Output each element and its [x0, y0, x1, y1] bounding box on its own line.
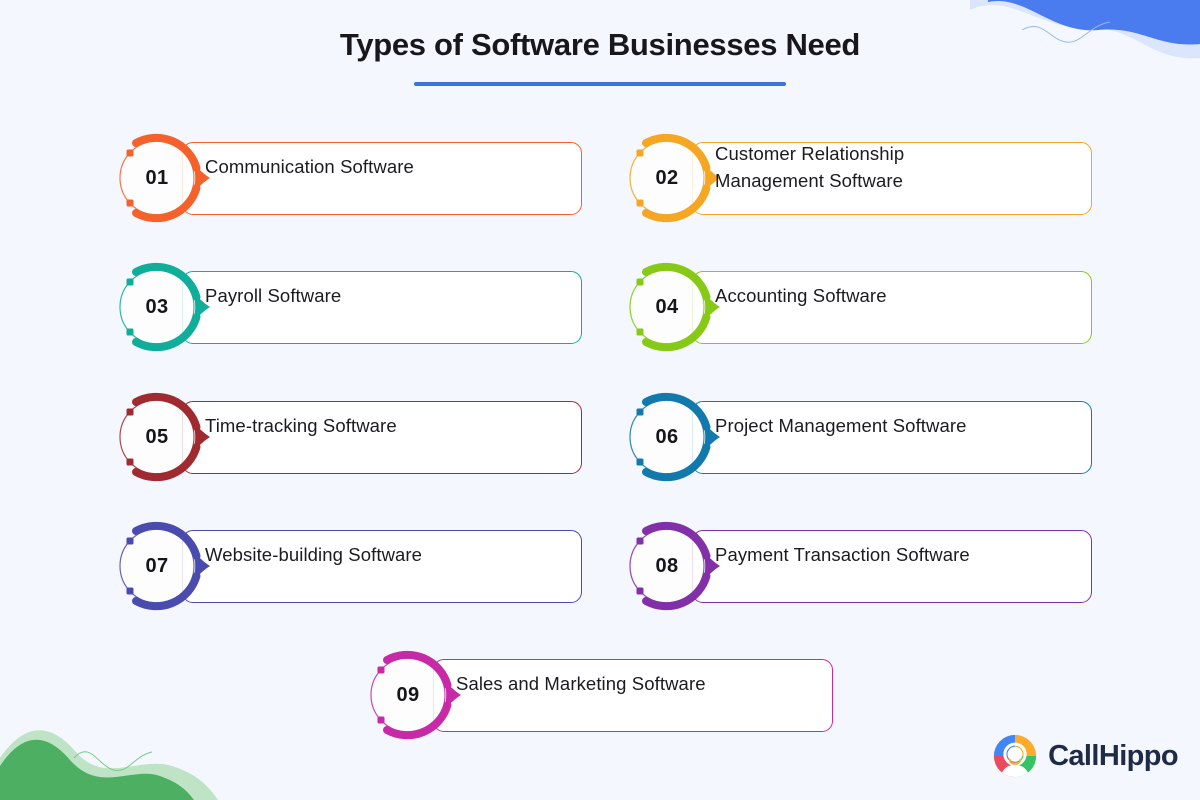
title-underline [414, 82, 786, 87]
software-type-item[interactable]: 02 Customer Relationship Management Softw… [620, 131, 1092, 225]
item-number: 09 [396, 683, 420, 706]
software-type-item[interactable]: 01 Communication Software [110, 131, 582, 225]
item-number: 02 [655, 166, 679, 189]
item-label: Payroll Software [205, 285, 342, 307]
item-label: Time-tracking Software [205, 415, 397, 437]
page-title: Types of Software Businesses Need [339, 27, 861, 62]
item-number: 07 [145, 554, 169, 577]
item-label: Project Management Software [715, 415, 967, 437]
software-type-list: 01 Communication Software 02 Customer Relat… [0, 131, 1200, 751]
logo-wordmark: CallHippo [1048, 739, 1179, 772]
software-type-item[interactable]: 07 Website-building Software [110, 519, 582, 613]
callhippo-logo-icon [993, 734, 1037, 778]
software-type-item[interactable]: 05 Time-tracking Software [110, 390, 582, 484]
item-number: 05 [145, 425, 169, 448]
item-number: 03 [145, 295, 169, 318]
item-number: 01 [145, 166, 169, 189]
item-label: Sales and Marketing Software [456, 673, 706, 695]
item-label: Accounting Software [715, 285, 887, 307]
callhippo-logo: CallHippo [993, 734, 1179, 778]
item-label: Website-building Software [205, 544, 423, 566]
item-number: 06 [655, 425, 679, 448]
item-number: 08 [655, 554, 679, 577]
header: Types of Software Businesses Need [0, 26, 1200, 87]
item-label: Communication Software [205, 156, 414, 178]
software-type-item[interactable]: 06 Project Management Software [620, 390, 1092, 484]
item-number: 04 [655, 295, 679, 318]
software-type-item[interactable]: 09 Sales and Marketing Software [361, 648, 833, 742]
item-label: Payment Transaction Software [715, 544, 970, 566]
software-type-item[interactable]: 08 Payment Transaction Software [620, 519, 1092, 613]
software-type-item[interactable]: 04 Accounting Software [620, 260, 1092, 354]
software-type-item[interactable]: 03 Payroll Software [110, 260, 582, 354]
item-label: Customer Relationship Management Softwar… [715, 143, 905, 191]
